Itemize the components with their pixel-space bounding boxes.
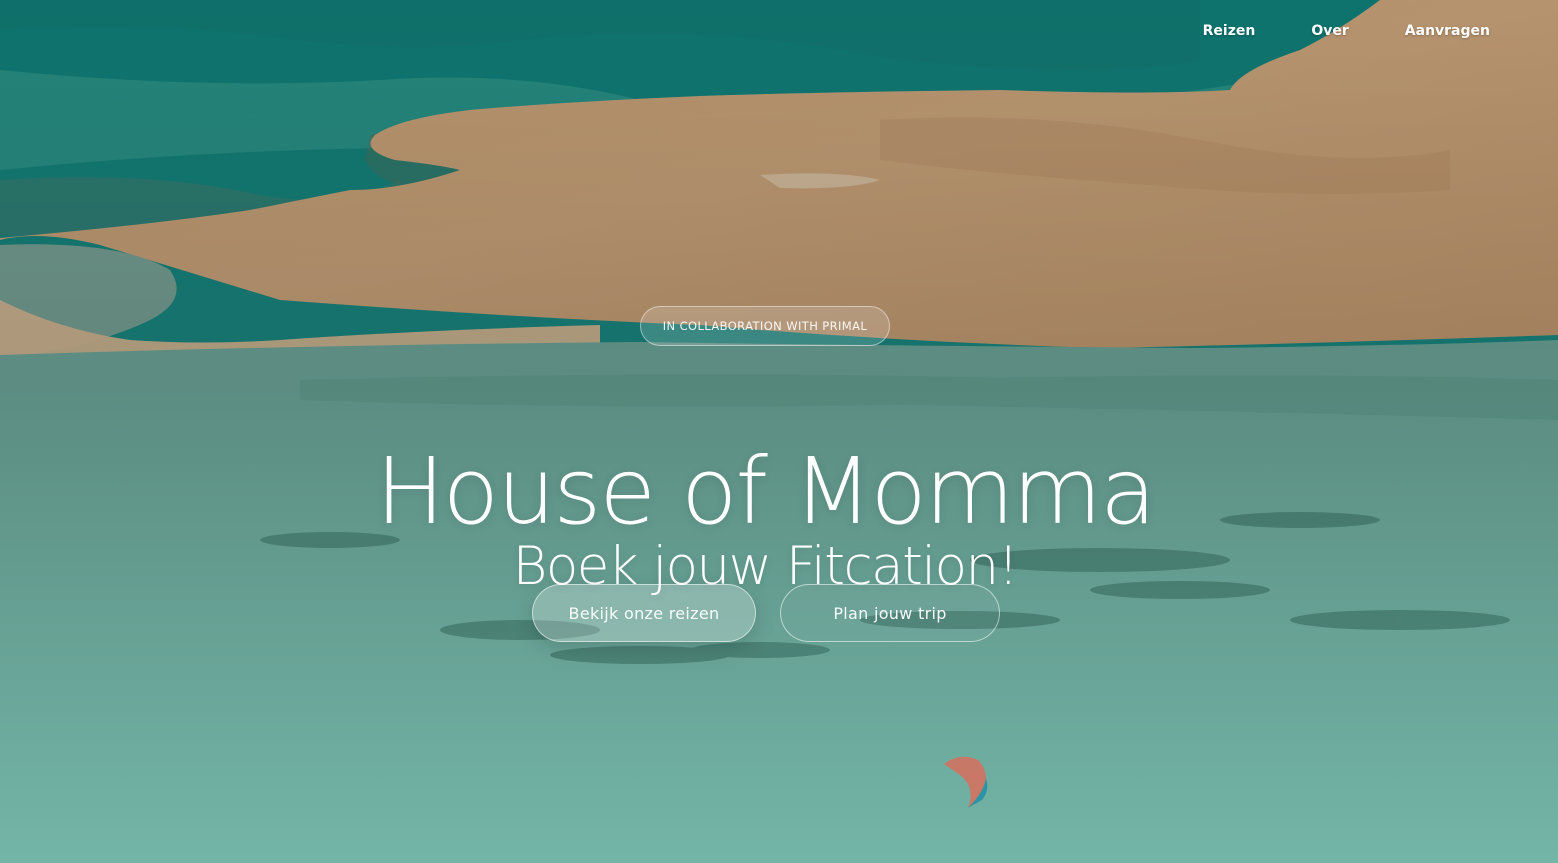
view-trips-button[interactable]: Bekijk onze reizen	[532, 584, 756, 642]
background-scrim	[0, 0, 1558, 863]
collaboration-badge: IN COLLABORATION WITH PRIMAL	[640, 306, 890, 346]
page-subtitle: Boek jouw Fitcation!	[512, 535, 1019, 597]
top-navigation: Reizen Over Aanvragen	[1147, 20, 1490, 42]
nav-item-over[interactable]: Over	[1255, 20, 1348, 42]
nav-item-reizen[interactable]: Reizen	[1147, 20, 1256, 42]
plan-trip-button[interactable]: Plan jouw trip	[780, 584, 1000, 642]
hero-section: Reizen Over Aanvragen IN COLLABORATION W…	[0, 0, 1558, 863]
page-title: House of Momma	[375, 437, 1157, 545]
nav-item-aanvragen[interactable]: Aanvragen	[1349, 20, 1490, 42]
